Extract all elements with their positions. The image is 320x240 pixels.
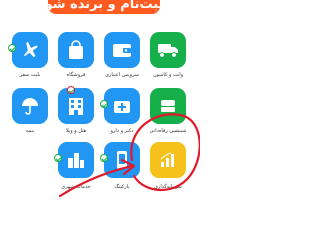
service-welfare[interactable]	[150, 88, 186, 124]
service-flight-ticket[interactable]	[12, 32, 48, 68]
wallet-icon	[113, 44, 131, 57]
service-investment[interactable]	[150, 142, 186, 178]
badge-icon	[100, 100, 108, 108]
service-label: دکتر و دارو	[110, 128, 134, 134]
service-label: پارکینگ	[114, 184, 130, 190]
city-icon	[68, 153, 84, 168]
umbrella-icon	[22, 98, 38, 115]
medical-icon	[114, 101, 130, 113]
badge-icon	[8, 44, 16, 52]
service-label: هتل و ویلا	[65, 128, 87, 134]
service-label: بلیت سفر	[19, 72, 41, 78]
service-label: شبنشین رفاه‌دانی	[149, 128, 187, 134]
service-doctor[interactable]	[104, 88, 140, 124]
service-label: سرمایه‌گذاری	[154, 184, 182, 190]
promo-banner[interactable]: ثبت‌نام و برنده شو	[48, 0, 160, 14]
top-banner: ثبت‌نام و برنده شو	[0, 0, 200, 22]
service-label: وانت و کامیون	[152, 72, 184, 78]
service-label: فروشگاه	[66, 72, 86, 78]
badge-icon	[67, 86, 75, 94]
service-city-services[interactable]	[58, 142, 94, 178]
service-insurance[interactable]	[12, 88, 48, 124]
airplane-icon	[24, 41, 38, 58]
service-car-inspection[interactable]	[150, 32, 186, 68]
chart-icon	[160, 152, 174, 167]
service-installment[interactable]	[104, 32, 140, 68]
food-icon	[161, 100, 175, 112]
app-screen: ثبت‌نام و برنده شو وانت و کامیون سرویس ا…	[0, 0, 200, 200]
badge-icon	[54, 154, 62, 162]
service-label: بیمه	[25, 128, 35, 134]
service-label: خدمات شهری	[61, 184, 91, 190]
service-store[interactable]	[58, 32, 94, 68]
phone-icon	[117, 151, 127, 169]
service-hotel[interactable]	[58, 88, 94, 124]
shopping-bag-icon	[69, 40, 83, 59]
truck-icon	[158, 44, 178, 58]
service-label: سرویس اعتباری	[105, 72, 139, 78]
hotel-icon	[69, 98, 83, 115]
service-charge[interactable]	[104, 142, 140, 178]
badge-icon	[100, 154, 108, 162]
